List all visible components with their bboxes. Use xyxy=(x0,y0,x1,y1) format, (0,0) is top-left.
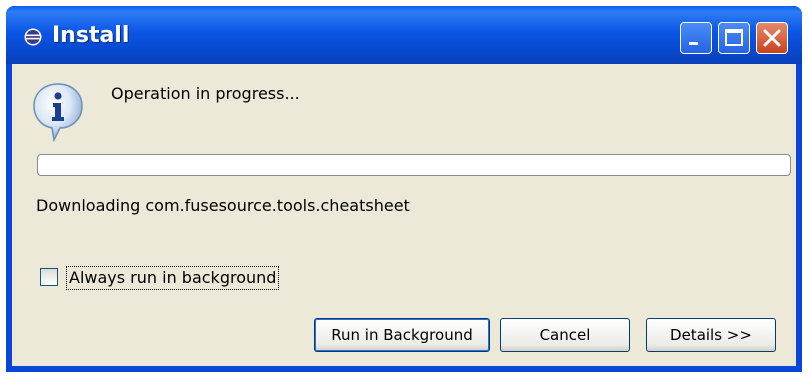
always-run-in-background-label[interactable]: Always run in background xyxy=(66,266,280,290)
cancel-button[interactable]: Cancel xyxy=(500,318,630,352)
close-icon xyxy=(763,29,781,47)
close-button[interactable] xyxy=(756,22,788,54)
details-button[interactable]: Details >> xyxy=(646,318,776,352)
operation-message: Operation in progress... xyxy=(111,84,300,103)
minimize-icon xyxy=(689,42,698,45)
always-run-in-background-checkbox[interactable] xyxy=(40,268,58,286)
title-bar[interactable]: Install xyxy=(6,6,802,64)
run-in-background-button[interactable]: Run in Background xyxy=(314,318,490,352)
eclipse-icon xyxy=(24,28,42,46)
download-status: Downloading com.fusesource.tools.cheatsh… xyxy=(36,196,410,215)
dialog-body: Operation in progress... Downloading com… xyxy=(12,64,796,366)
install-dialog: Install Operation in progress... Downloa… xyxy=(6,6,802,372)
progress-bar xyxy=(37,154,791,176)
maximize-icon xyxy=(725,29,743,46)
info-icon xyxy=(33,83,83,142)
window-title: Install xyxy=(52,23,130,48)
minimize-button[interactable] xyxy=(680,22,712,54)
maximize-button[interactable] xyxy=(718,22,750,54)
